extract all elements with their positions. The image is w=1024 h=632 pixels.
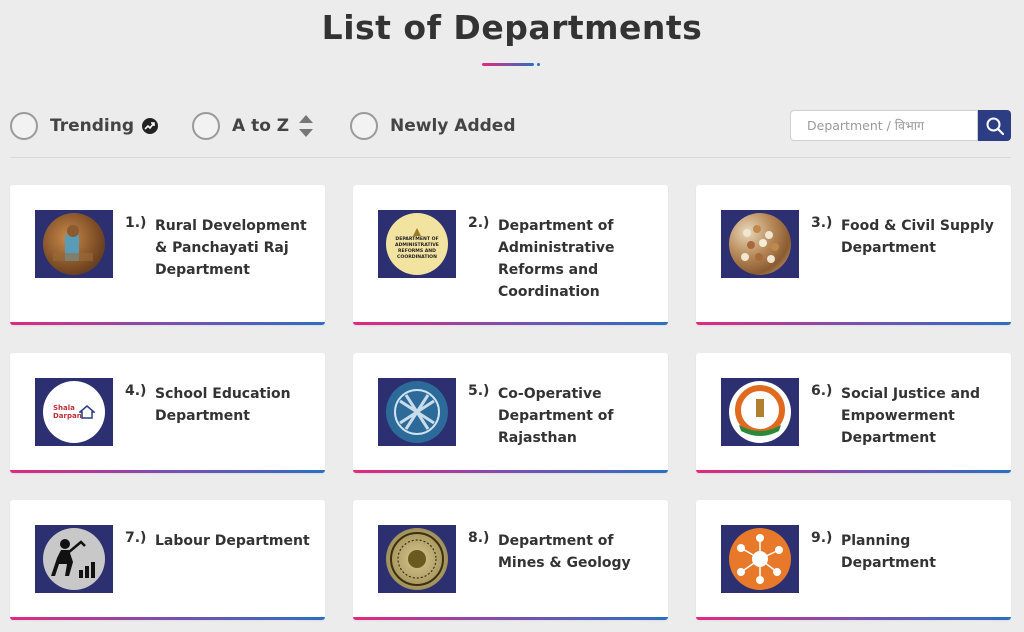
filter-trending[interactable]: Trending xyxy=(10,110,159,142)
cooperative-hands-logo xyxy=(378,378,456,446)
administrative-reforms-logo: DEPARTMENT OF ADMINISTRATIVE REFORMS AND… xyxy=(378,210,456,278)
department-card[interactable]: 1.) Rural Development & Panchayati Raj D… xyxy=(10,185,325,325)
social-justice-emblem xyxy=(721,378,799,446)
card-accent-line xyxy=(696,617,1011,620)
filter-newly-added[interactable]: Newly Added xyxy=(350,110,515,142)
department-name[interactable]: Food & Civil Supply Department xyxy=(841,215,1001,259)
department-number: 3.) xyxy=(811,215,833,231)
sort-down-icon[interactable] xyxy=(299,129,314,137)
card-accent-line xyxy=(10,322,325,325)
department-name[interactable]: Rural Development & Panchayati Raj Depar… xyxy=(155,215,315,281)
shala-darpan-logo-text: Shala Darpan xyxy=(53,404,82,420)
card-accent-line xyxy=(353,470,668,473)
department-name[interactable]: Social Justice and Empowerment Departmen… xyxy=(841,383,1001,449)
department-number: 2.) xyxy=(468,215,490,231)
department-number: 5.) xyxy=(468,383,490,399)
filter-trending-label: Trending xyxy=(50,116,135,136)
department-card[interactable]: 3.) Food & Civil Supply Department xyxy=(696,185,1011,325)
department-card[interactable]: DEPARTMENT OF ADMINISTRATIVE REFORMS AND… xyxy=(353,185,668,325)
trending-icon xyxy=(142,118,159,134)
card-accent-line xyxy=(353,617,668,620)
planning-network-icon xyxy=(721,525,799,593)
department-name[interactable]: Department of Administrative Reforms and… xyxy=(498,215,658,303)
department-name[interactable]: Planning Department xyxy=(841,530,1001,574)
shala-darpan-logo: Shala Darpan xyxy=(35,378,113,446)
search-input[interactable] xyxy=(790,110,978,141)
department-card[interactable]: 6.) Social Justice and Empowerment Depar… xyxy=(696,353,1011,473)
department-number: 7.) xyxy=(125,530,147,546)
card-accent-line xyxy=(353,322,668,325)
department-number: 4.) xyxy=(125,383,147,399)
labour-worker-icon xyxy=(35,525,113,593)
page-title: List of Departments xyxy=(321,8,703,47)
department-card[interactable]: Shala Darpan 4.) School Education Depart… xyxy=(10,353,325,473)
administrative-reforms-logo-text: DEPARTMENT OF ADMINISTRATIVE REFORMS AND… xyxy=(395,237,439,260)
card-accent-line xyxy=(10,470,325,473)
department-card[interactable]: 5.) Co-Operative Department of Rajasthan xyxy=(353,353,668,473)
department-name[interactable]: School Education Department xyxy=(155,383,315,427)
filter-divider xyxy=(10,157,1011,158)
search-button[interactable] xyxy=(978,110,1011,141)
department-name[interactable]: Labour Department xyxy=(155,530,315,552)
grains-photo xyxy=(721,210,799,278)
trending-radio[interactable] xyxy=(10,112,38,140)
card-accent-line xyxy=(10,617,325,620)
card-accent-line xyxy=(696,470,1011,473)
filter-newly-added-label: Newly Added xyxy=(390,116,516,136)
department-card[interactable]: 8.) Department of Mines & Geology xyxy=(353,500,668,620)
sort-icon[interactable] xyxy=(299,115,314,137)
department-card[interactable]: 7.) Labour Department xyxy=(10,500,325,620)
title-underline-dot xyxy=(537,63,540,66)
filter-a-to-z[interactable]: A to Z xyxy=(192,110,314,142)
card-accent-line xyxy=(696,322,1011,325)
department-name[interactable]: Department of Mines & Geology xyxy=(498,530,658,574)
filter-a-to-z-label: A to Z xyxy=(232,116,290,136)
department-number: 8.) xyxy=(468,530,490,546)
a-to-z-radio[interactable] xyxy=(192,112,220,140)
department-card[interactable]: 9.) Planning Department xyxy=(696,500,1011,620)
title-underline xyxy=(482,63,534,66)
search-icon xyxy=(986,117,1004,135)
department-number: 9.) xyxy=(811,530,833,546)
department-number: 1.) xyxy=(125,215,147,231)
sort-up-icon[interactable] xyxy=(299,115,314,123)
department-name[interactable]: Co-Operative Department of Rajasthan xyxy=(498,383,658,449)
rural-development-photo xyxy=(35,210,113,278)
mines-geology-seal xyxy=(378,525,456,593)
department-number: 6.) xyxy=(811,383,833,399)
newly-added-radio[interactable] xyxy=(350,112,378,140)
